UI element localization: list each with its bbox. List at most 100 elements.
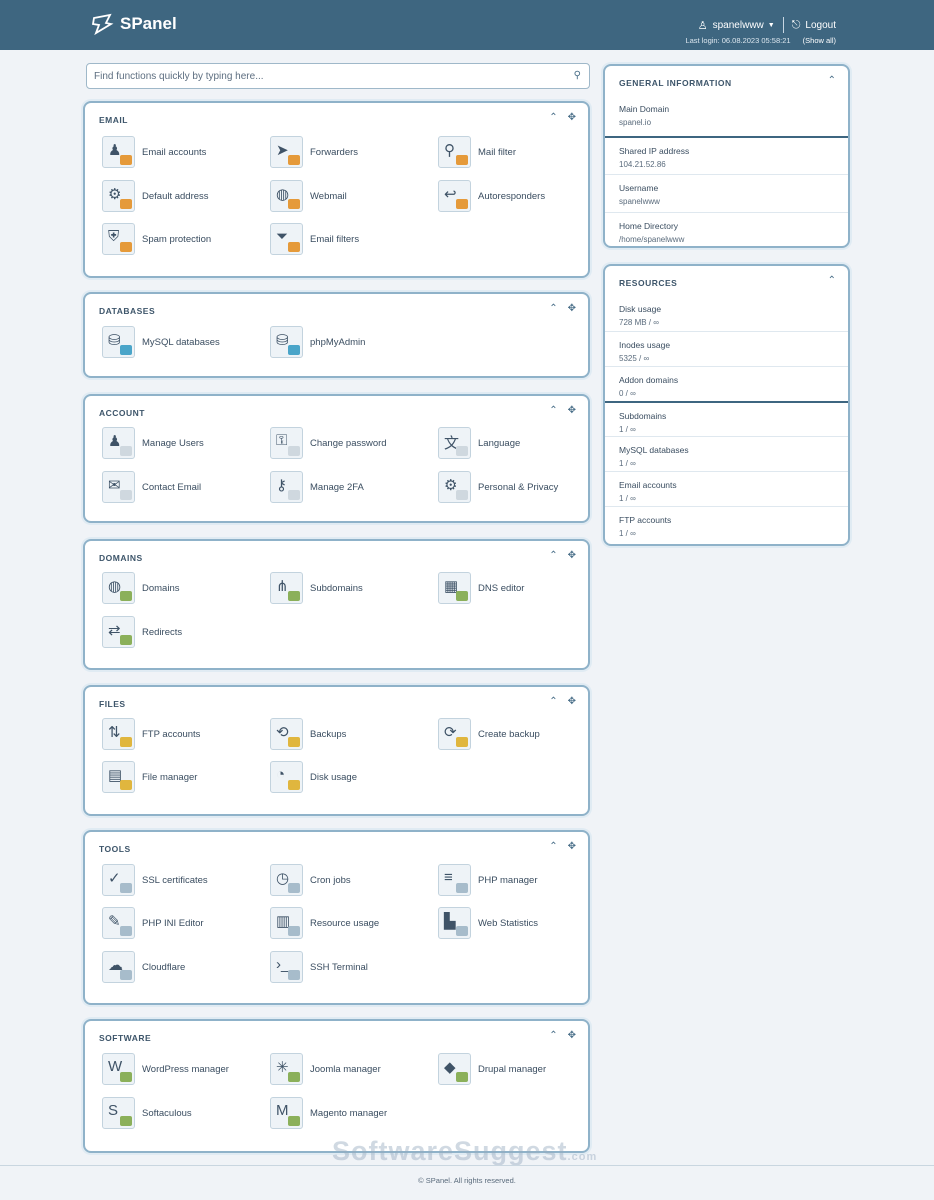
tile-label: Forwarders	[310, 146, 359, 158]
tile-redirect[interactable]: ⇄ Redirects	[102, 616, 262, 648]
resource-label: FTP accounts	[619, 515, 672, 525]
divider	[782, 17, 784, 33]
tile-cloud[interactable]: ☁ Cloudflare	[102, 951, 262, 983]
tile-cron[interactable]: ◷ Cron jobs	[270, 864, 430, 896]
tile-database-admin[interactable]: ⛁ phpMyAdmin	[270, 326, 430, 358]
tile-wordpress[interactable]: W WordPress manager	[102, 1053, 262, 1085]
tile-softaculous[interactable]: S Softaculous	[102, 1097, 262, 1129]
icon-badge	[456, 883, 468, 893]
icon-badge	[120, 883, 132, 893]
drag-handle-icon[interactable]: ✥	[568, 1030, 576, 1041]
tile-users[interactable]: ♟ Manage Users	[102, 427, 262, 459]
section-panel-software: Software ⌃ ✥ W WordPress manager ✳ Joomla mana…	[83, 1019, 590, 1153]
icon-badge	[120, 490, 132, 500]
collapse-icon[interactable]: ⌃	[549, 112, 557, 123]
tile-mail[interactable]: ✉ Contact Email	[102, 471, 262, 503]
tile-label: Contact Email	[142, 481, 202, 493]
icon-glyph: ✳	[276, 1059, 289, 1076]
collapse-icon[interactable]: ⌃	[549, 696, 557, 707]
tile-php[interactable]: ≡ PHP manager	[438, 864, 598, 896]
logout-button[interactable]: Logout	[805, 20, 836, 31]
tile-drupal[interactable]: ◆ Drupal manager	[438, 1053, 598, 1085]
tile-certificate[interactable]: ✓ SSL certificates	[102, 864, 262, 896]
cloud-icon: ☁	[102, 951, 135, 983]
tile-privacy[interactable]: ⚙ Personal & Privacy	[438, 471, 598, 503]
tile-user[interactable]: ♟ Email accounts	[102, 136, 262, 168]
icon-badge	[456, 199, 468, 209]
icon-badge	[456, 490, 468, 500]
collapse-icon[interactable]: ⌃	[828, 75, 836, 86]
icon-badge	[288, 490, 300, 500]
drag-handle-icon[interactable]: ✥	[568, 405, 576, 416]
icon-badge	[288, 883, 300, 893]
users-icon: ♟	[102, 427, 135, 459]
resource-label: Disk usage	[619, 304, 662, 314]
icon-badge	[288, 155, 300, 165]
tile-label: WordPress manager	[142, 1063, 229, 1075]
tile-two-factor[interactable]: ⚷ Manage 2FA	[270, 471, 430, 503]
show-all-logins-link[interactable]: (Show all)	[803, 36, 836, 45]
mail-icon: ✉	[102, 471, 135, 503]
certificate-icon: ✓	[102, 864, 135, 896]
icon-glyph: M	[276, 1102, 289, 1119]
tile-globe[interactable]: ◍ Webmail	[270, 180, 430, 212]
collapse-icon[interactable]: ⌃	[549, 303, 557, 314]
collapse-icon[interactable]: ⌃	[549, 841, 557, 852]
watermark-text: SoftwareSuggest	[332, 1136, 568, 1166]
drag-handle-icon[interactable]: ✥	[568, 112, 576, 123]
collapse-icon[interactable]: ⌃	[549, 1030, 557, 1041]
icon-badge	[456, 591, 468, 601]
drag-handle-icon[interactable]: ✥	[568, 303, 576, 314]
tile-php-ini[interactable]: ✎ PHP INI Editor	[102, 907, 262, 939]
tile-backup[interactable]: ⟲ Backups	[270, 718, 430, 750]
logout-icon[interactable]: ⎋	[792, 19, 801, 32]
icon-glyph: ⟲	[276, 724, 289, 741]
tile-ftp[interactable]: ⇅ FTP accounts	[102, 718, 262, 750]
tile-terminal[interactable]: ›_ SSH Terminal	[270, 951, 430, 983]
icon-badge	[120, 591, 132, 601]
collapse-icon[interactable]: ⌃	[828, 275, 836, 286]
last-login-text: Last login: 06.08.2023 05:58:21	[685, 36, 791, 45]
tile-subdomain[interactable]: ⋔ Subdomains	[270, 572, 430, 604]
tile-statistics[interactable]: ▙ Web Statistics	[438, 907, 598, 939]
collapse-icon[interactable]: ⌃	[549, 550, 557, 561]
drag-handle-icon[interactable]: ✥	[568, 696, 576, 707]
resource-value: 1 / ∞	[619, 425, 636, 434]
tile-filter[interactable]: ⚲ Mail filter	[438, 136, 598, 168]
collapse-icon[interactable]: ⌃	[549, 405, 557, 416]
drag-handle-icon[interactable]: ✥	[568, 841, 576, 852]
tile-label: Language	[478, 437, 521, 449]
tile-file-manager[interactable]: ▤ File manager	[102, 761, 262, 793]
tile-lock[interactable]: ⚿ Change password	[270, 427, 430, 459]
tile-gear[interactable]: ⚙ Default address	[102, 180, 262, 212]
search-input[interactable]	[87, 64, 547, 88]
drag-handle-icon[interactable]: ✥	[568, 550, 576, 561]
joomla-icon: ✳	[270, 1053, 303, 1085]
tile-language[interactable]: 文 Language	[438, 427, 598, 459]
tile-shield[interactable]: ⛨ Spam protection	[102, 223, 262, 255]
tile-resource[interactable]: ▥ Resource usage	[270, 907, 430, 939]
tile-magento[interactable]: M Magento manager	[270, 1097, 430, 1129]
language-icon: 文	[438, 427, 471, 459]
tile-label: PHP manager	[478, 874, 538, 886]
resource-row: Email accounts 1 / ∞	[605, 471, 848, 506]
tile-disk[interactable]: ◔ Disk usage	[270, 761, 430, 793]
resource-row: FTP accounts 1 / ∞	[605, 506, 848, 544]
tile-dns[interactable]: ▦ DNS editor	[438, 572, 598, 604]
tile-create-backup[interactable]: ⟳ Create backup	[438, 718, 598, 750]
tile-label: Softaculous	[142, 1107, 192, 1119]
chevron-down-icon[interactable]: ▼	[768, 22, 775, 29]
tile-funnel[interactable]: ⏷ Email filters	[270, 223, 430, 255]
tile-joomla[interactable]: ✳ Joomla manager	[270, 1053, 430, 1085]
logo[interactable]: SPanel	[90, 12, 177, 36]
resources-panel: Resources ⌃ Disk usage 728 MB / ∞ Inodes…	[603, 264, 850, 546]
tile-globe[interactable]: ◍ Domains	[102, 572, 262, 604]
section-panel-files: Files ⌃ ✥ ⇅ FTP accounts ⟲ Backups ⟳ Create back…	[83, 685, 590, 816]
icon-glyph: ⏷	[276, 228, 289, 245]
tile-forward[interactable]: ➤ Forwarders	[270, 136, 430, 168]
username-dropdown[interactable]: spanelwww	[713, 20, 764, 31]
search-icon[interactable]: ⚲	[574, 70, 581, 81]
tile-autoreply[interactable]: ↩ Autoresponders	[438, 180, 598, 212]
tile-database[interactable]: ⛁ MySQL databases	[102, 326, 262, 358]
icon-badge	[288, 345, 300, 355]
